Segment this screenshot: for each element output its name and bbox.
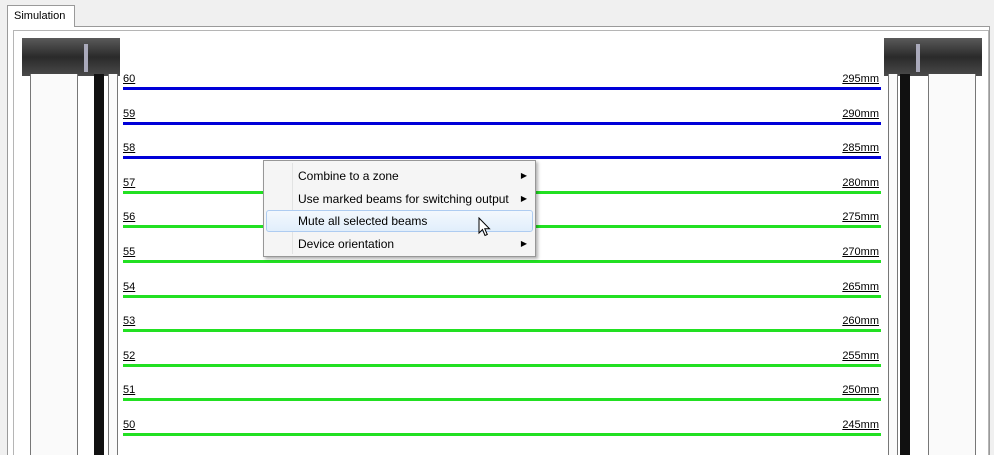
left-sensor-cap — [22, 38, 120, 76]
menu-item-switching-output[interactable]: Use marked beams for switching output ▶ — [266, 188, 533, 210]
beam-distance-label: 290mm — [842, 107, 879, 120]
right-sensor-cap — [884, 38, 982, 76]
menu-item-device-orientation[interactable]: Device orientation ▶ — [266, 233, 533, 255]
beam-distance-label: 260mm — [842, 315, 879, 328]
beam-line[interactable] — [123, 121, 881, 125]
beam-distance-label: 245mm — [842, 419, 879, 431]
beam-distance-label: 250mm — [842, 384, 879, 397]
right-sensor-slot — [916, 44, 920, 72]
right-sensor-edge — [888, 74, 898, 455]
beam-line[interactable] — [123, 363, 881, 367]
beam-number-label: 50 — [123, 419, 136, 431]
menu-item-combine-zone[interactable]: Combine to a zone ▶ — [266, 165, 533, 187]
beam-line[interactable] — [123, 398, 881, 402]
right-sensor-tube — [928, 74, 976, 455]
tab-simulation[interactable]: Simulation — [7, 5, 75, 27]
menu-item-mute-beams[interactable]: Mute all selected beams — [266, 210, 533, 232]
submenu-arrow-icon: ▶ — [520, 194, 527, 203]
beam-line[interactable] — [123, 87, 881, 90]
beam-line[interactable] — [123, 156, 881, 160]
left-sensor-slot — [84, 44, 88, 72]
beam-line[interactable] — [123, 260, 881, 263]
menu-item-label: Combine to a zone — [298, 169, 399, 183]
beam-distance-label: 295mm — [842, 73, 879, 85]
beam-distance-label: 270mm — [842, 246, 879, 258]
submenu-arrow-icon: ▶ — [520, 171, 527, 180]
left-light-curtain-sensor — [22, 38, 120, 455]
beam-line[interactable] — [123, 329, 881, 333]
menu-item-label: Mute all selected beams — [298, 214, 428, 228]
beam-number-label: 58 — [123, 142, 136, 155]
beam-number-label: 53 — [123, 315, 136, 328]
menu-item-label: Use marked beams for switching output — [298, 192, 509, 206]
submenu-arrow-icon: ▶ — [520, 239, 527, 248]
beam-number-label: 59 — [123, 107, 136, 120]
beam-number-label: 60 — [123, 73, 136, 85]
left-sensor-bar — [94, 74, 104, 455]
beam-distance-label: 275mm — [842, 211, 879, 224]
mouse-pointer-icon — [478, 217, 491, 237]
beam-number-label: 57 — [123, 176, 136, 189]
right-light-curtain-sensor — [884, 38, 982, 455]
beam-number-label: 56 — [123, 211, 136, 224]
beam-distance-label: 265mm — [842, 280, 879, 293]
left-sensor-tube — [30, 74, 78, 455]
beam-distance-label: 280mm — [842, 176, 879, 189]
beam-distance-label: 255mm — [842, 349, 879, 362]
beam-line[interactable] — [123, 294, 881, 298]
beam-line[interactable] — [123, 433, 881, 436]
beam-distance-label: 285mm — [842, 142, 879, 155]
context-menu: Combine to a zone ▶ Use marked beams for… — [263, 160, 536, 257]
right-sensor-bar — [900, 74, 910, 455]
beam-number-label: 51 — [123, 384, 136, 397]
left-sensor-edge — [108, 74, 118, 455]
beam-number-label: 55 — [123, 246, 136, 258]
beam-number-label: 54 — [123, 280, 136, 293]
menu-item-label: Device orientation — [298, 237, 395, 251]
beam-number-label: 52 — [123, 349, 136, 362]
